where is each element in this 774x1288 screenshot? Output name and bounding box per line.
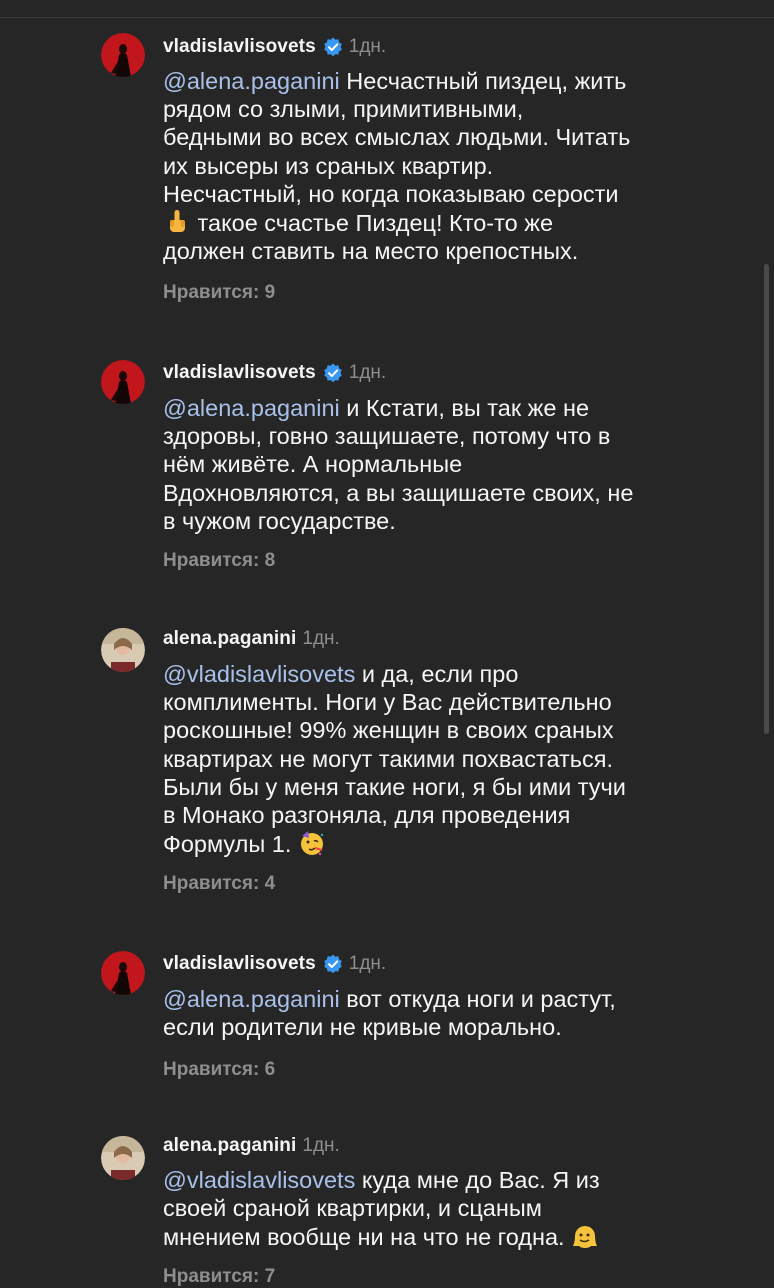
- likes-count[interactable]: Нравится: 8: [163, 550, 275, 572]
- scrollbar[interactable]: [764, 264, 769, 734]
- comment-text: @vladislavlisovets куда мне до Вас. Я из…: [163, 1166, 693, 1252]
- username[interactable]: vladislavlisovets: [163, 36, 316, 58]
- comment-text-part: и да, если про комплименты. Ноги у Вас д…: [163, 661, 626, 858]
- timestamp: 1дн.: [348, 953, 387, 974]
- comment-header: alena.paganini 1дн.: [163, 1133, 340, 1159]
- mention-link[interactable]: @alena.paganini: [163, 395, 340, 421]
- comment-text: @alena.paganini вот откуда ноги и растут…: [163, 985, 693, 1041]
- comment-header: vladislavlisovets 1дн.: [163, 34, 386, 60]
- mention-link[interactable]: @alena.paganini: [163, 986, 340, 1012]
- avatar[interactable]: [101, 951, 145, 995]
- timestamp: 1дн.: [302, 1135, 340, 1156]
- mention-link[interactable]: @vladislavlisovets: [163, 661, 355, 687]
- likes-count[interactable]: Нравится: 9: [163, 282, 275, 304]
- avatar[interactable]: [101, 628, 145, 672]
- mention-link[interactable]: @alena.paganini: [163, 68, 340, 94]
- comment-text: @alena.paganini и Кстати, вы так же не з…: [163, 394, 693, 535]
- username[interactable]: alena.paganini: [163, 1135, 296, 1157]
- timestamp: 1дн.: [302, 628, 340, 649]
- mention-link[interactable]: @vladislavlisovets: [163, 1167, 355, 1193]
- avatar[interactable]: [101, 360, 145, 404]
- timestamp: 1дн.: [348, 362, 387, 383]
- avatar[interactable]: [101, 33, 145, 77]
- verified-badge-icon: [323, 363, 343, 383]
- verified-badge-icon: [323, 37, 343, 57]
- comment-text: @vladislavlisovets и да, если про компли…: [163, 660, 693, 858]
- timestamp: 1дн.: [348, 36, 387, 57]
- username[interactable]: vladislavlisovets: [163, 953, 316, 975]
- middle-finger-emoji-icon: [163, 208, 191, 236]
- username[interactable]: alena.paganini: [163, 628, 296, 650]
- comment-text: @alena.paganini Несчастный пиздец, жить …: [163, 67, 693, 265]
- username[interactable]: vladislavlisovets: [163, 362, 316, 384]
- top-divider: [0, 0, 774, 18]
- comment-header: vladislavlisovets 1дн.: [163, 951, 386, 977]
- likes-count[interactable]: Нравится: 4: [163, 873, 275, 895]
- verified-badge-icon: [323, 954, 343, 974]
- melting-face-emoji-icon: [571, 1222, 599, 1250]
- avatar[interactable]: [101, 1136, 145, 1180]
- comment-header: alena.paganini 1дн.: [163, 626, 340, 652]
- comment-text-part: такое счастье Пиздец! Кто-то же должен с…: [163, 210, 579, 265]
- likes-count[interactable]: Нравится: 6: [163, 1059, 275, 1081]
- comment-header: vladislavlisovets 1дн.: [163, 360, 386, 386]
- likes-count[interactable]: Нравится: 7: [163, 1266, 275, 1288]
- partying-face-emoji-icon: [298, 829, 326, 857]
